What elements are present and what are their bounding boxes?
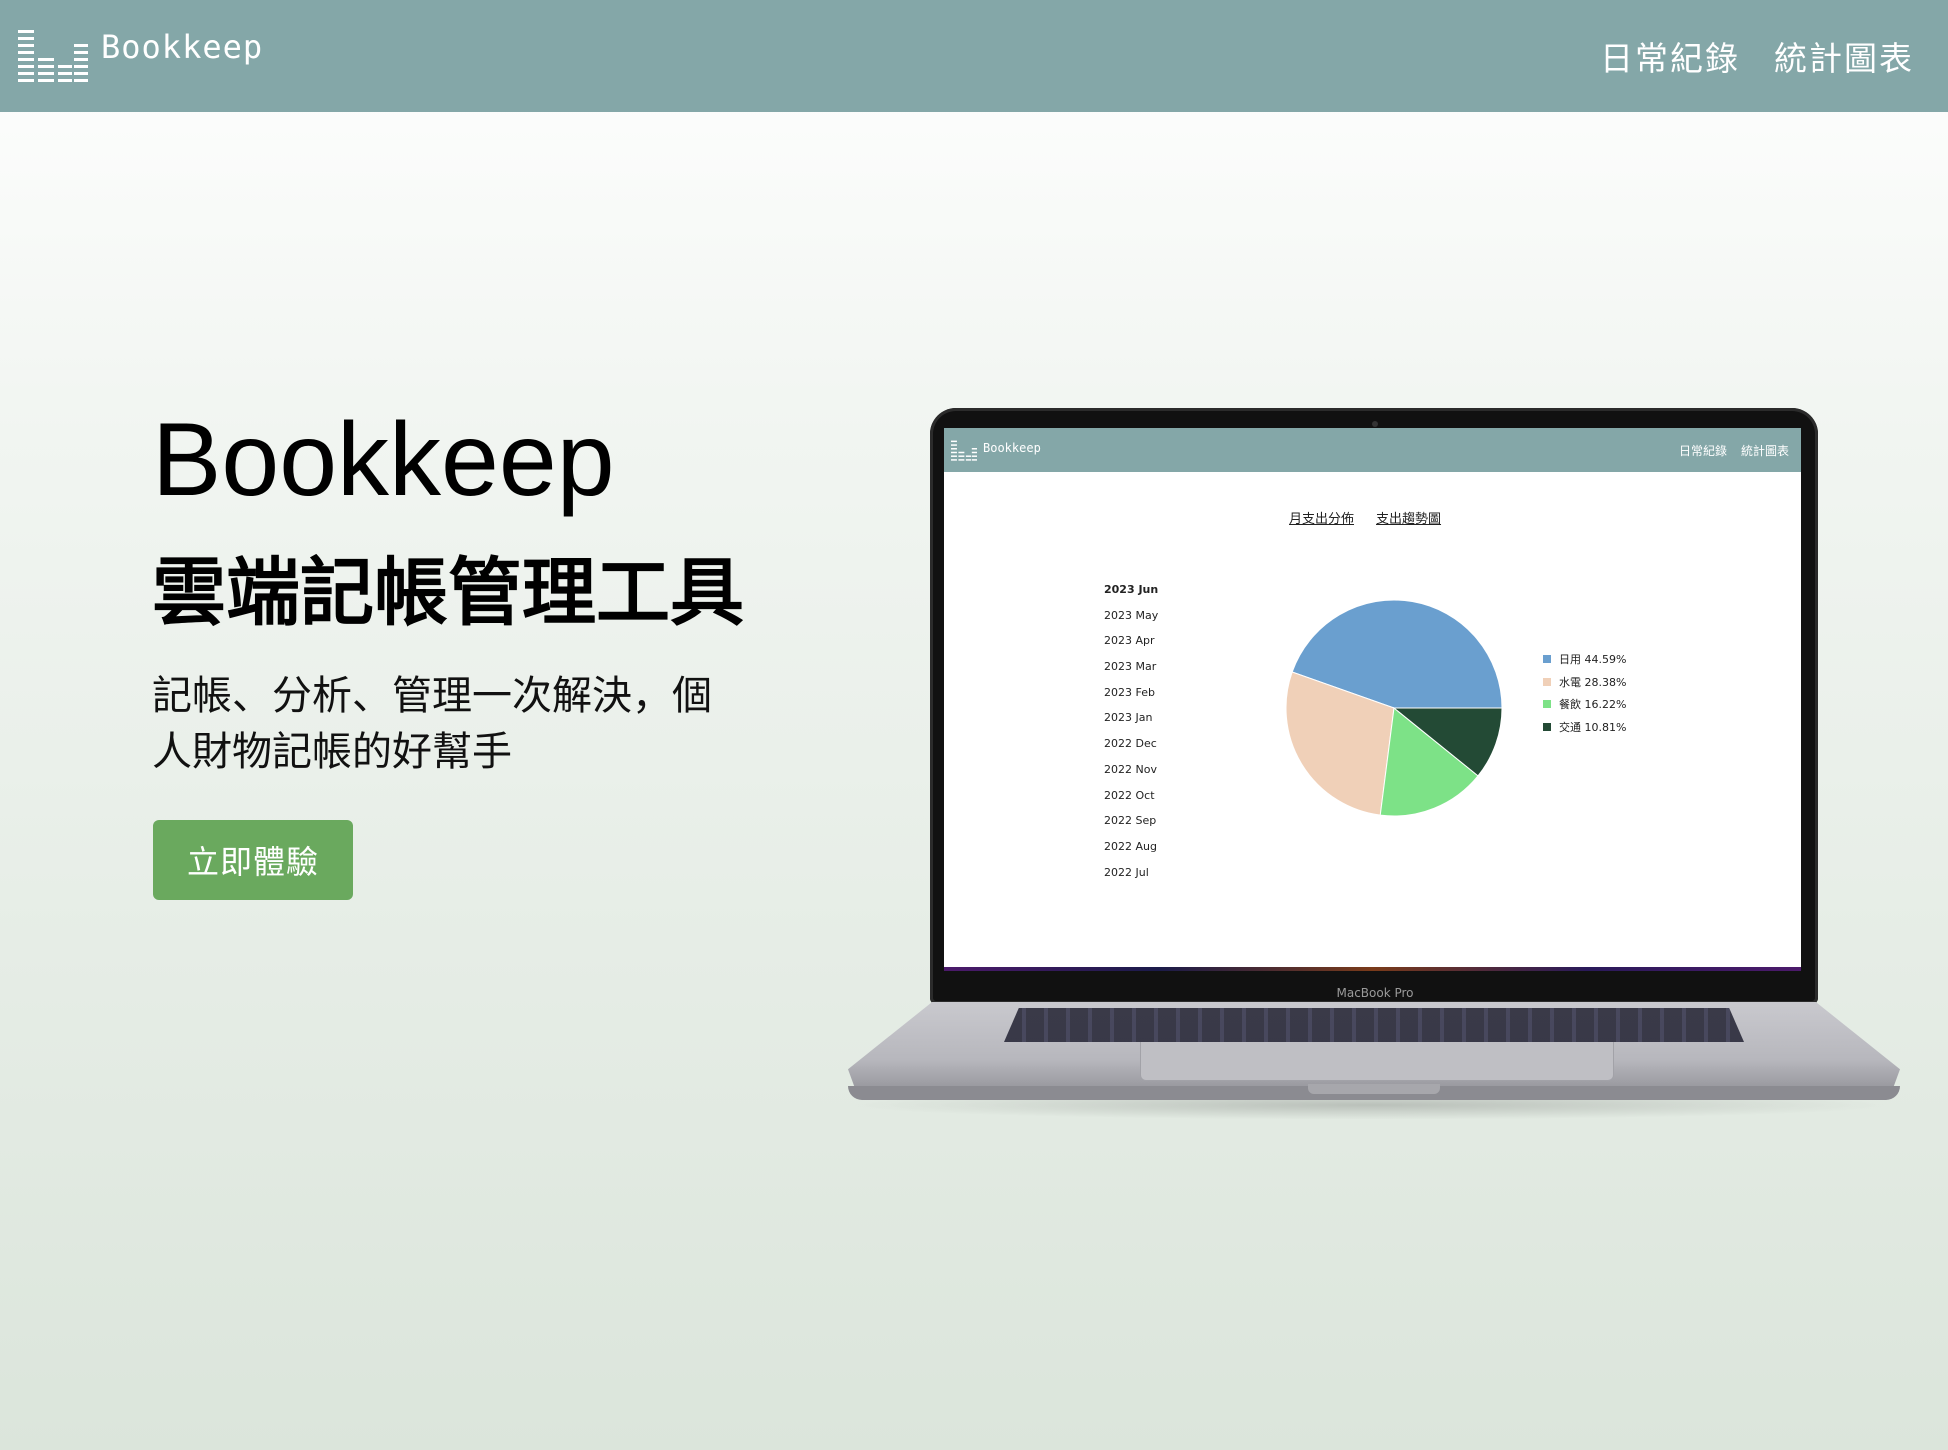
mock-month-item: 2022 Dec <box>1104 737 1157 751</box>
laptop-screen: Bookkeep 日常紀錄 統計圖表 月支出分佈 支出趨勢圖 2023 Jun 2… <box>944 428 1801 967</box>
mock-nav-daily-records: 日常紀錄 <box>1678 444 1727 458</box>
hero-subtitle: 雲端記帳管理工具 <box>152 550 744 636</box>
mock-month-item: 2022 Oct <box>1104 788 1155 802</box>
main-nav: 日常紀錄 統計圖表 <box>1600 32 1914 80</box>
mock-brand-name: Bookkeep <box>983 441 1041 455</box>
mock-tab-expense-trend: 支出趨勢圖 <box>1376 512 1442 527</box>
legend-label: 日用 44.59% <box>1559 653 1627 667</box>
mock-nav-statistics: 統計圖表 <box>1740 444 1789 458</box>
legend-swatch <box>1543 723 1551 732</box>
laptop-keyboard <box>1004 1008 1744 1042</box>
legend-item: 餐飲 16.22% <box>1543 693 1626 716</box>
legend-item: 交通 10.81% <box>1543 716 1626 739</box>
mock-month-item: 2023 Mar <box>1104 660 1157 674</box>
legend-label: 餐飲 16.22% <box>1559 698 1627 712</box>
hero-title: Bookkeep <box>152 402 615 518</box>
legend-item: 日用 44.59% <box>1543 648 1626 671</box>
mock-chart-tabs: 月支出分佈 支出趨勢圖 <box>1289 508 1441 527</box>
mock-month-item: 2023 May <box>1104 608 1159 622</box>
mock-nav: 日常紀錄 統計圖表 <box>1679 442 1789 459</box>
expense-pie-chart <box>1285 599 1503 817</box>
hero-description-line-1: 記帳、分析、管理一次解決，個 <box>152 673 712 719</box>
legend-label: 水電 28.38% <box>1559 675 1627 689</box>
bookkeep-logo-icon[interactable] <box>18 30 88 86</box>
mock-month-item: 2022 Nov <box>1104 762 1157 776</box>
legend-swatch <box>1543 677 1551 686</box>
mock-month-item: 2022 Sep <box>1104 814 1157 828</box>
brand-name[interactable]: Bookkeep <box>101 28 263 66</box>
mock-month-item: 2023 Feb <box>1104 685 1155 699</box>
nav-daily-records[interactable]: 日常紀錄 <box>1600 32 1740 80</box>
laptop-notch <box>1308 1084 1440 1094</box>
pie-legend: 日用 44.59% 水電 28.38% 餐飲 16.22% 交通 10.81% <box>1543 648 1626 738</box>
mock-month-item: 2023 Apr <box>1104 634 1155 648</box>
mock-nav-bar: Bookkeep 日常紀錄 統計圖表 <box>944 428 1801 472</box>
legend-item: 水電 28.38% <box>1543 671 1626 694</box>
legend-label: 交通 10.81% <box>1559 721 1627 735</box>
laptop-trackpad <box>1140 1042 1614 1081</box>
mock-month-item: 2023 Jun <box>1104 583 1159 596</box>
legend-swatch <box>1543 655 1551 664</box>
mock-month-item: 2022 Jul <box>1104 865 1149 879</box>
camera-icon <box>1372 421 1378 427</box>
mock-logo-icon <box>951 440 977 461</box>
mock-month-item: 2023 Jan <box>1104 711 1153 725</box>
device-label: MacBook Pro <box>1336 986 1414 1000</box>
try-now-button[interactable]: 立即體驗 <box>153 820 353 900</box>
screen-reflection <box>944 967 1801 971</box>
hero-description-line-2: 人財物記帳的好幫手 <box>152 729 512 775</box>
hero-description: 記帳、分析、管理一次解決，個 人財物記帳的好幫手 <box>152 668 732 780</box>
mock-month-item: 2022 Aug <box>1104 839 1157 853</box>
legend-swatch <box>1543 700 1551 709</box>
mock-tab-monthly-distribution: 月支出分佈 <box>1289 512 1355 527</box>
top-nav-bar: Bookkeep 日常紀錄 統計圖表 <box>0 0 1948 112</box>
nav-statistics[interactable]: 統計圖表 <box>1774 32 1914 80</box>
mock-month-list: 2023 Jun 2023 May 2023 Apr 2023 Mar 2023 Feb… <box>1104 583 1158 891</box>
